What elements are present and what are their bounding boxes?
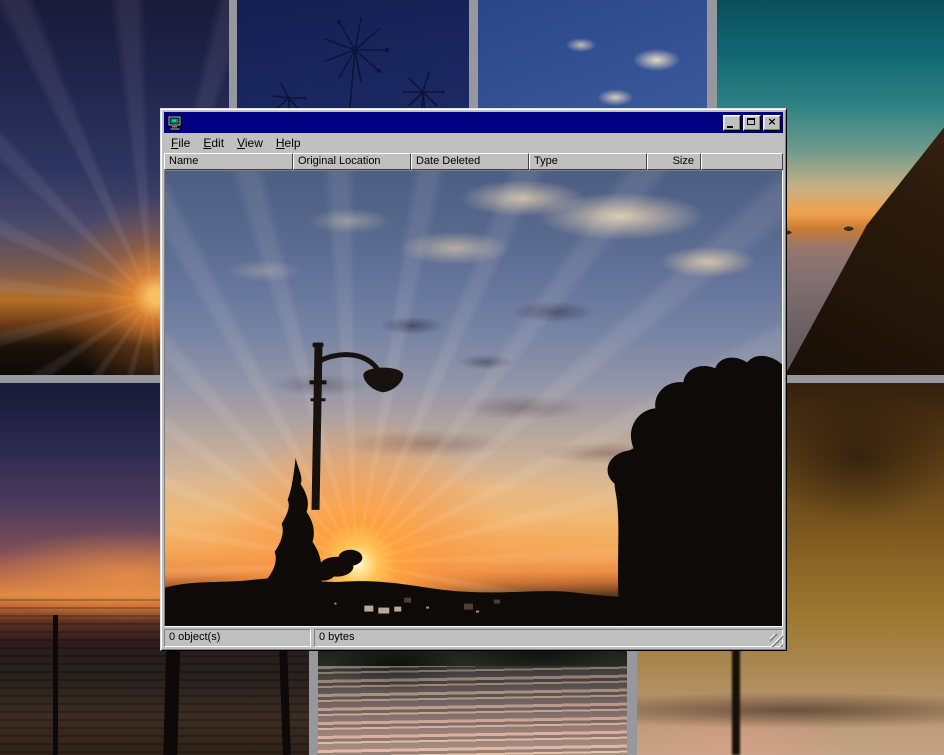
status-object-count: 0 object(s): [164, 629, 311, 647]
sunset-photo-silhouettes: [165, 171, 782, 627]
column-header-name[interactable]: Name: [164, 153, 293, 170]
menu-bar: File Edit View Help: [164, 134, 783, 153]
menu-view[interactable]: View: [231, 135, 270, 152]
recycle-bin-window: × File Edit View Help Name Original Loca…: [160, 108, 787, 651]
column-header-size[interactable]: Size: [647, 153, 701, 170]
minimize-button[interactable]: [723, 115, 741, 131]
status-byte-count: 0 bytes: [314, 629, 783, 647]
column-header-date-deleted[interactable]: Date Deleted: [411, 153, 529, 170]
status-bar: 0 object(s) 0 bytes: [164, 629, 783, 647]
minimize-icon: [727, 126, 733, 128]
menu-file[interactable]: File: [165, 135, 197, 152]
resize-grip[interactable]: [770, 634, 783, 647]
computer-window-icon[interactable]: [167, 115, 183, 131]
column-header-row: Name Original Location Date Deleted Type…: [164, 153, 783, 170]
tree-trunk-silhouette: [53, 615, 58, 755]
maximize-button[interactable]: [743, 115, 761, 131]
close-button[interactable]: ×: [763, 115, 781, 131]
close-icon: ×: [764, 115, 780, 129]
maximize-icon: [747, 118, 755, 125]
title-bar[interactable]: ×: [164, 112, 783, 133]
menu-edit[interactable]: Edit: [197, 135, 231, 152]
column-header-blank[interactable]: [701, 153, 783, 170]
file-list-area[interactable]: [164, 170, 783, 627]
column-header-type[interactable]: Type: [529, 153, 647, 170]
menu-help[interactable]: Help: [270, 135, 308, 152]
column-header-original-location[interactable]: Original Location: [293, 153, 411, 170]
